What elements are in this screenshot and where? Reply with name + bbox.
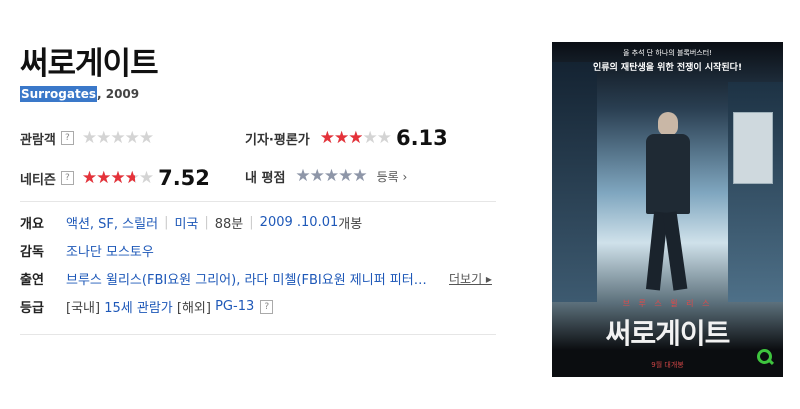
netizen-rating-label: 네티즌 <box>20 172 56 188</box>
poster-release-text: 9월 대개봉 <box>651 361 684 369</box>
critics-rating-row: 기자·평론가 ★★★★★★★★★★ 6.13 <box>245 126 448 150</box>
critics-score: 6.13 <box>395 126 448 150</box>
director-link[interactable]: 조나단 모스토우 <box>66 241 154 260</box>
netizen-stars: ★★★★★★★★★★ <box>81 168 154 188</box>
register-rating-link[interactable]: 등록 › <box>377 168 408 185</box>
separator: | <box>164 215 169 230</box>
netizen-help-icon[interactable]: ? <box>60 171 74 185</box>
release-date-link[interactable]: 2009 .10.01 <box>260 215 339 230</box>
critics-stars: ★★★★★★★★★★ <box>319 128 392 148</box>
my-rating-stars[interactable]: ★★★★★★★★★★ <box>295 166 367 186</box>
divider <box>20 334 496 335</box>
divider <box>20 201 496 202</box>
audience-stars: ★★★★★★★★★★ <box>81 128 154 148</box>
genres-link[interactable]: 액션, SF, 스릴러 <box>66 213 158 232</box>
overview-label: 개요 <box>20 217 44 232</box>
poster-actor-name: 브 루 스 윌 리 스 <box>622 299 713 308</box>
more-cast-link[interactable]: 더보기 ▸ <box>449 270 492 287</box>
audience-help-icon[interactable]: ? <box>60 131 74 145</box>
netizen-rating-row: 네티즌 ? ★★★★★★★★★★ 7.52 <box>20 166 210 190</box>
poster-figure <box>640 112 696 292</box>
cast-label: 출연 <box>20 273 44 288</box>
poster-tagline-main: 인류의 재탄생을 위한 전쟁이 시작된다! <box>592 63 743 73</box>
separator: | <box>249 215 254 230</box>
grade-foreign-prefix: [해외] <box>176 301 211 316</box>
audience-rating-label: 관람객 <box>20 132 56 148</box>
grade-help-icon[interactable]: ? <box>260 299 274 314</box>
my-rating-row: 내 평점 ★★★★★★★★★★ 등록 › <box>245 166 407 186</box>
country-link[interactable]: 미국 <box>174 213 198 232</box>
movie-title: 써로게이트 <box>20 46 159 82</box>
poster-billboard <box>733 112 773 184</box>
search-icon[interactable] <box>757 349 775 366</box>
poster-title: 써로게이트 <box>605 317 731 350</box>
my-rating-label: 내 평점 <box>245 170 286 186</box>
runtime: 88분 <box>214 217 244 232</box>
cast-link[interactable]: 브루스 윌리스(FBI요원 그리어), 라다 미첼(FBI요원 제니퍼 피터… <box>66 269 427 288</box>
movie-subtitle: Surrogates, 2009 <box>20 86 140 102</box>
movie-poster[interactable]: 올 추석 단 하나의 블록버스터! 인류의 재탄생을 위한 전쟁이 시작된다! … <box>552 42 783 377</box>
grade-label: 등급 <box>20 301 44 316</box>
critics-rating-label: 기자·평론가 <box>245 132 310 148</box>
cast-row: 출연 브루스 윌리스(FBI요원 그리어), 라다 미첼(FBI요원 제니퍼 피… <box>20 269 427 288</box>
director-label: 감독 <box>20 245 44 260</box>
grade-domestic-prefix: [국내] <box>66 301 101 316</box>
grade-row: 등급 [국내] 15세 관람가 [해외] PG-13 ? <box>20 297 281 316</box>
overview-row: 개요 액션, SF, 스릴러 | 미국 | 88분 | 2009 .10.01 … <box>20 213 362 232</box>
poster-tagline-small: 올 추석 단 하나의 블록버스터! <box>623 49 712 57</box>
director-row: 감독 조나단 모스토우 <box>20 241 154 260</box>
poster-building-left <box>552 62 597 302</box>
audience-rating-row: 관람객 ? ★★★★★★★★★★ <box>20 128 154 148</box>
grade-foreign-link[interactable]: PG-13 <box>215 299 254 314</box>
original-title: Surrogates <box>20 86 97 102</box>
netizen-score: 7.52 <box>158 166 210 190</box>
separator: | <box>204 215 209 230</box>
release-year: , 2009 <box>96 87 140 101</box>
release-suffix: 개봉 <box>338 217 363 232</box>
grade-domestic-link[interactable]: 15세 관람가 <box>104 297 173 316</box>
